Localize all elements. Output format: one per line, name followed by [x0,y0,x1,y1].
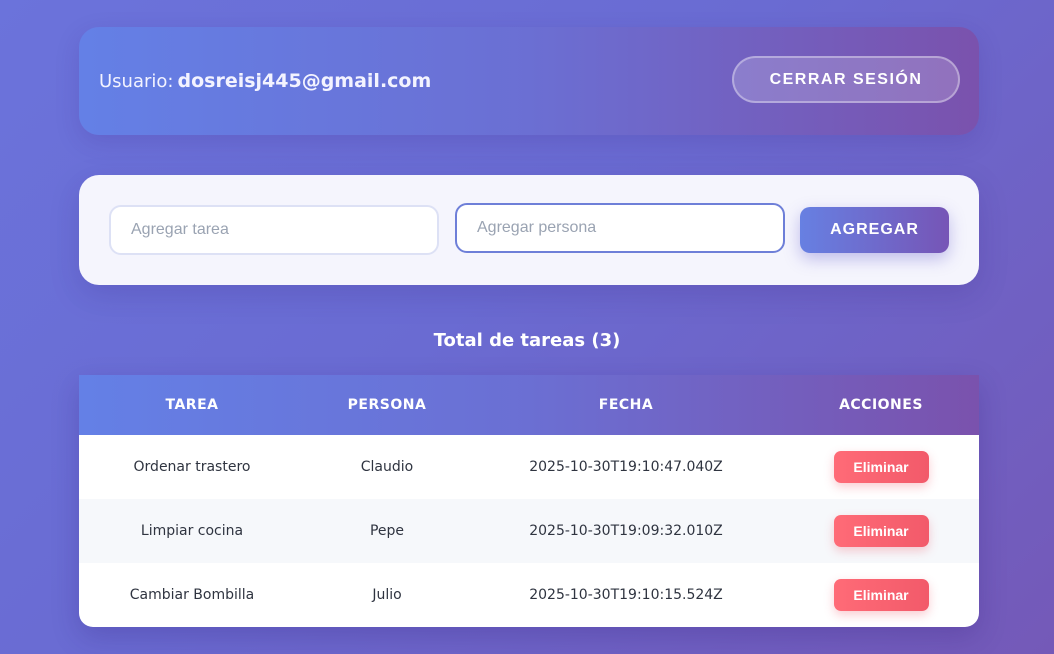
table-header: TAREA PERSONA FECHA ACCIONES [79,375,979,435]
delete-button[interactable]: Eliminar [833,451,929,483]
user-info: Usuario: dosreisj445@gmail.com [99,67,431,96]
column-header-actions: ACCIONES [839,397,923,413]
person-input[interactable] [455,203,785,253]
task-cell: Limpiar cocina [140,523,244,539]
user-email: dosreisj445@gmail.com [177,70,432,92]
add-button[interactable]: AGREGAR [800,207,949,253]
table-row: Ordenar trastero Claudio 2025-10-30T19:1… [79,435,979,499]
date-cell: 2025-10-30T19:10:47.040Z [529,459,723,475]
date-cell: 2025-10-30T19:10:15.524Z [529,587,723,603]
delete-button[interactable]: Eliminar [833,579,929,611]
delete-button[interactable]: Eliminar [833,515,929,547]
user-header: Usuario: dosreisj445@gmail.com CERRAR SES… [79,27,979,135]
task-table: TAREA PERSONA FECHA ACCIONES Ordenar tra… [79,375,979,627]
task-cell: Ordenar trastero [133,459,251,475]
person-cell: Julio [372,587,402,603]
column-header-date: FECHA [598,397,654,413]
actions-cell: Eliminar [783,499,979,563]
table-row: Limpiar cocina Pepe 2025-10-30T19:09:32.… [79,499,979,563]
user-label-prefix: Usuario: [99,71,174,92]
actions-cell: Eliminar [783,563,979,627]
column-header-task: TAREA [165,397,219,413]
add-task-form: AGREGAR [79,175,979,285]
table-row: Cambiar Bombilla Julio 2025-10-30T19:10:… [79,563,979,627]
person-cell: Pepe [369,523,405,539]
date-cell: 2025-10-30T19:09:32.010Z [529,523,723,539]
task-cell: Cambiar Bombilla [129,587,255,603]
task-count-title: Total de tareas (3) [433,330,621,351]
task-input[interactable] [109,205,439,255]
person-cell: Claudio [360,459,414,475]
column-header-person: PERSONA [347,397,427,413]
logout-button[interactable]: CERRAR SESIÓN [732,56,960,103]
actions-cell: Eliminar [783,435,979,499]
